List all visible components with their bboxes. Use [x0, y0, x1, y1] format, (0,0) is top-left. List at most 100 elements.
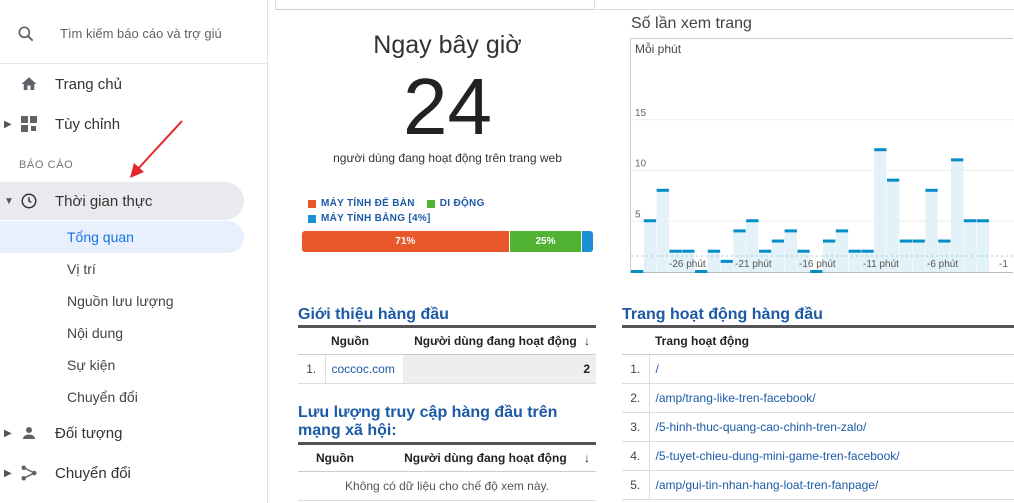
legend-mobile: DI ĐỘNG	[426, 198, 485, 209]
col-number	[298, 326, 325, 355]
legend-label: MÁY TÍNH ĐỂ BÀN	[321, 198, 415, 209]
page-cell: /amp/trang-like-tren-facebook/	[649, 383, 1014, 413]
chart-x-tick: -6 phút	[927, 259, 958, 270]
chart-bar-cap	[951, 158, 964, 162]
col-source[interactable]: Nguồn	[310, 443, 368, 472]
nav-home[interactable]: Trang chủ	[0, 65, 244, 103]
pageviews-chart-subtitle: Mỗi phút	[635, 42, 682, 56]
page-cell: /5-hinh-thuc-quang-cao-chinh-tren-zalo/	[649, 412, 1014, 442]
chart-bar-cap	[874, 148, 887, 152]
sidebar: Tìm kiếm báo cáo và trợ giú Trang chủ ▶ …	[0, 0, 268, 503]
col-source[interactable]: Nguồn	[325, 326, 403, 355]
chart-bar	[899, 241, 913, 272]
nav-sub-label: Nội dung	[67, 325, 124, 341]
empty-message: Không có dữ liệu cho chế độ xem này.	[298, 471, 596, 501]
chart-y-tick: 10	[635, 159, 647, 170]
chart-bar-cap	[823, 239, 836, 243]
chart-bar	[707, 251, 721, 272]
acquisition-icon	[19, 463, 39, 483]
chart-bar-cap	[682, 249, 695, 253]
chart-bar-cap	[925, 188, 938, 192]
nav-realtime-overview[interactable]: Tổng quan	[0, 221, 244, 253]
page-link[interactable]: /amp/trang-like-tren-facebook/	[656, 391, 816, 405]
red-arrow-annotation-icon	[130, 120, 183, 178]
top-referrals-table: Nguồn Người dùng đang hoạt động ↓ 1. coc…	[298, 325, 596, 384]
page-link[interactable]: /5-hinh-thuc-quang-cao-chinh-tren-zalo/	[656, 420, 867, 434]
chart-bar-cap	[733, 229, 746, 233]
caret-right-icon: ▶	[4, 467, 12, 479]
chart-bar	[835, 231, 849, 272]
col-active-users[interactable]: Người dùng đang hoạt động ↓	[367, 443, 596, 472]
table-row: 4. /5-tuyet-chieu-dung-mini-game-tren-fa…	[622, 441, 1014, 471]
legend-label: DI ĐỘNG	[439, 198, 485, 209]
device-share-bar: 71% 25%	[302, 231, 593, 252]
home-icon	[19, 74, 39, 94]
table-row: 1. coccoc.com 2	[298, 354, 596, 384]
nav-sub-label: Sự kiện	[67, 357, 116, 373]
chart-bar	[848, 251, 861, 272]
page-cell: /amp/gui-tin-nhan-hang-loat-tren-fanpage…	[649, 470, 1014, 500]
nav-realtime-locations[interactable]: Vị trí	[0, 253, 244, 285]
report-search[interactable]: Tìm kiếm báo cáo và trợ giú	[0, 0, 268, 64]
top-referrals-title: Giới thiệu hàng đầu	[298, 306, 449, 323]
pageviews-title: Số lần xem trang	[631, 15, 752, 32]
col-page[interactable]: Trang hoạt động	[649, 326, 1014, 355]
legend-label: MÁY TÍNH BẢNG [4%]	[321, 213, 431, 224]
analytics-realtime-page: Tìm kiếm báo cáo và trợ giú Trang chủ ▶ …	[0, 0, 1014, 503]
nav-realtime[interactable]: ▼ Thời gian thực	[0, 182, 244, 220]
table-row: 3. /5-hinh-thuc-quang-cao-chinh-tren-zal…	[622, 412, 1014, 442]
nav-audience[interactable]: ▶ Đối tượng	[0, 414, 244, 452]
search-placeholder: Tìm kiếm báo cáo và trợ giú	[60, 26, 222, 41]
chart-bar-cap	[707, 249, 721, 253]
nav-realtime-content[interactable]: Nội dung	[0, 317, 244, 349]
row-number: 5.	[622, 470, 650, 500]
chart-bar-cap	[746, 219, 759, 223]
pageviews-chart: 5 10 15 -26 phút -21 phút -16 phút -11 phút -6 …	[630, 38, 1014, 273]
nav-acquisition-label: Chuyển đổi	[55, 464, 131, 482]
nav-audience-label: Đối tượng	[55, 424, 123, 442]
chart-bar-cap	[656, 188, 669, 192]
top-social-table: Nguồn Người dùng đang hoạt động ↓ Không …	[298, 442, 596, 501]
reports-section-label: BÁO CÁO	[19, 159, 74, 171]
page-link[interactable]: /5-tuyet-chieu-dung-mini-game-tren-faceb…	[656, 449, 900, 463]
chart-bar-cap	[810, 270, 823, 273]
nav-realtime-conversions[interactable]: Chuyển đổi	[0, 381, 244, 413]
device-segment: 25%	[508, 231, 582, 252]
table-row: Không có dữ liệu cho chế độ xem này.	[298, 471, 596, 501]
col-active-users-label: Người dùng đang hoạt động	[404, 451, 567, 465]
top-pages-title: Trang hoạt động hàng đầu	[622, 306, 823, 323]
chart-bar	[874, 150, 887, 272]
nav-sub-label: Nguồn lưu lượng	[67, 293, 174, 309]
nav-acquisition[interactable]: ▶ Chuyển đổi	[0, 454, 244, 492]
device-legend: MÁY TÍNH ĐỂ BÀN DI ĐỘNG MÁY TÍNH BẢNG [4…	[308, 196, 497, 226]
chart-bar-cap	[720, 259, 733, 263]
sort-arrow-icon: ↓	[584, 334, 590, 348]
chart-bar-cap	[912, 239, 925, 243]
users-cell: 2	[402, 354, 596, 384]
panel-top-border	[275, 0, 595, 10]
top-pages-table: Trang hoạt động 1. / 2. /amp/trang-like-…	[622, 325, 1014, 500]
chart-bar-cap	[797, 249, 810, 253]
source-link[interactable]: coccoc.com	[332, 362, 395, 376]
nav-realtime-traffic-sources[interactable]: Nguồn lưu lượng	[0, 285, 244, 317]
chart-bar-cap	[938, 239, 951, 243]
chart-x-tick: -21 phút	[735, 259, 772, 270]
chart-bar	[963, 221, 977, 272]
chart-x-tick: -26 phút	[669, 259, 706, 270]
page-link[interactable]: /	[656, 362, 659, 376]
page-link[interactable]: /amp/gui-tin-nhan-hang-loat-tren-fanpage…	[656, 478, 879, 492]
chart-bar-cap	[835, 229, 849, 233]
chart-bar	[784, 231, 797, 272]
col-active-users[interactable]: Người dùng đang hoạt động ↓	[402, 326, 596, 355]
device-segment: 71%	[302, 231, 509, 252]
chart-bar	[720, 261, 733, 272]
chart-bar-cap	[848, 249, 861, 253]
chart-bar-cap	[643, 219, 657, 223]
nav-home-label: Trang chủ	[55, 75, 122, 93]
nav-customize-label: Tùy chỉnh	[55, 115, 121, 133]
chart-bar	[643, 221, 657, 272]
source-cell: coccoc.com	[325, 354, 403, 384]
nav-realtime-events[interactable]: Sự kiện	[0, 349, 244, 381]
col-number	[298, 443, 310, 472]
chart-x-tick: -11 phút	[863, 259, 899, 270]
